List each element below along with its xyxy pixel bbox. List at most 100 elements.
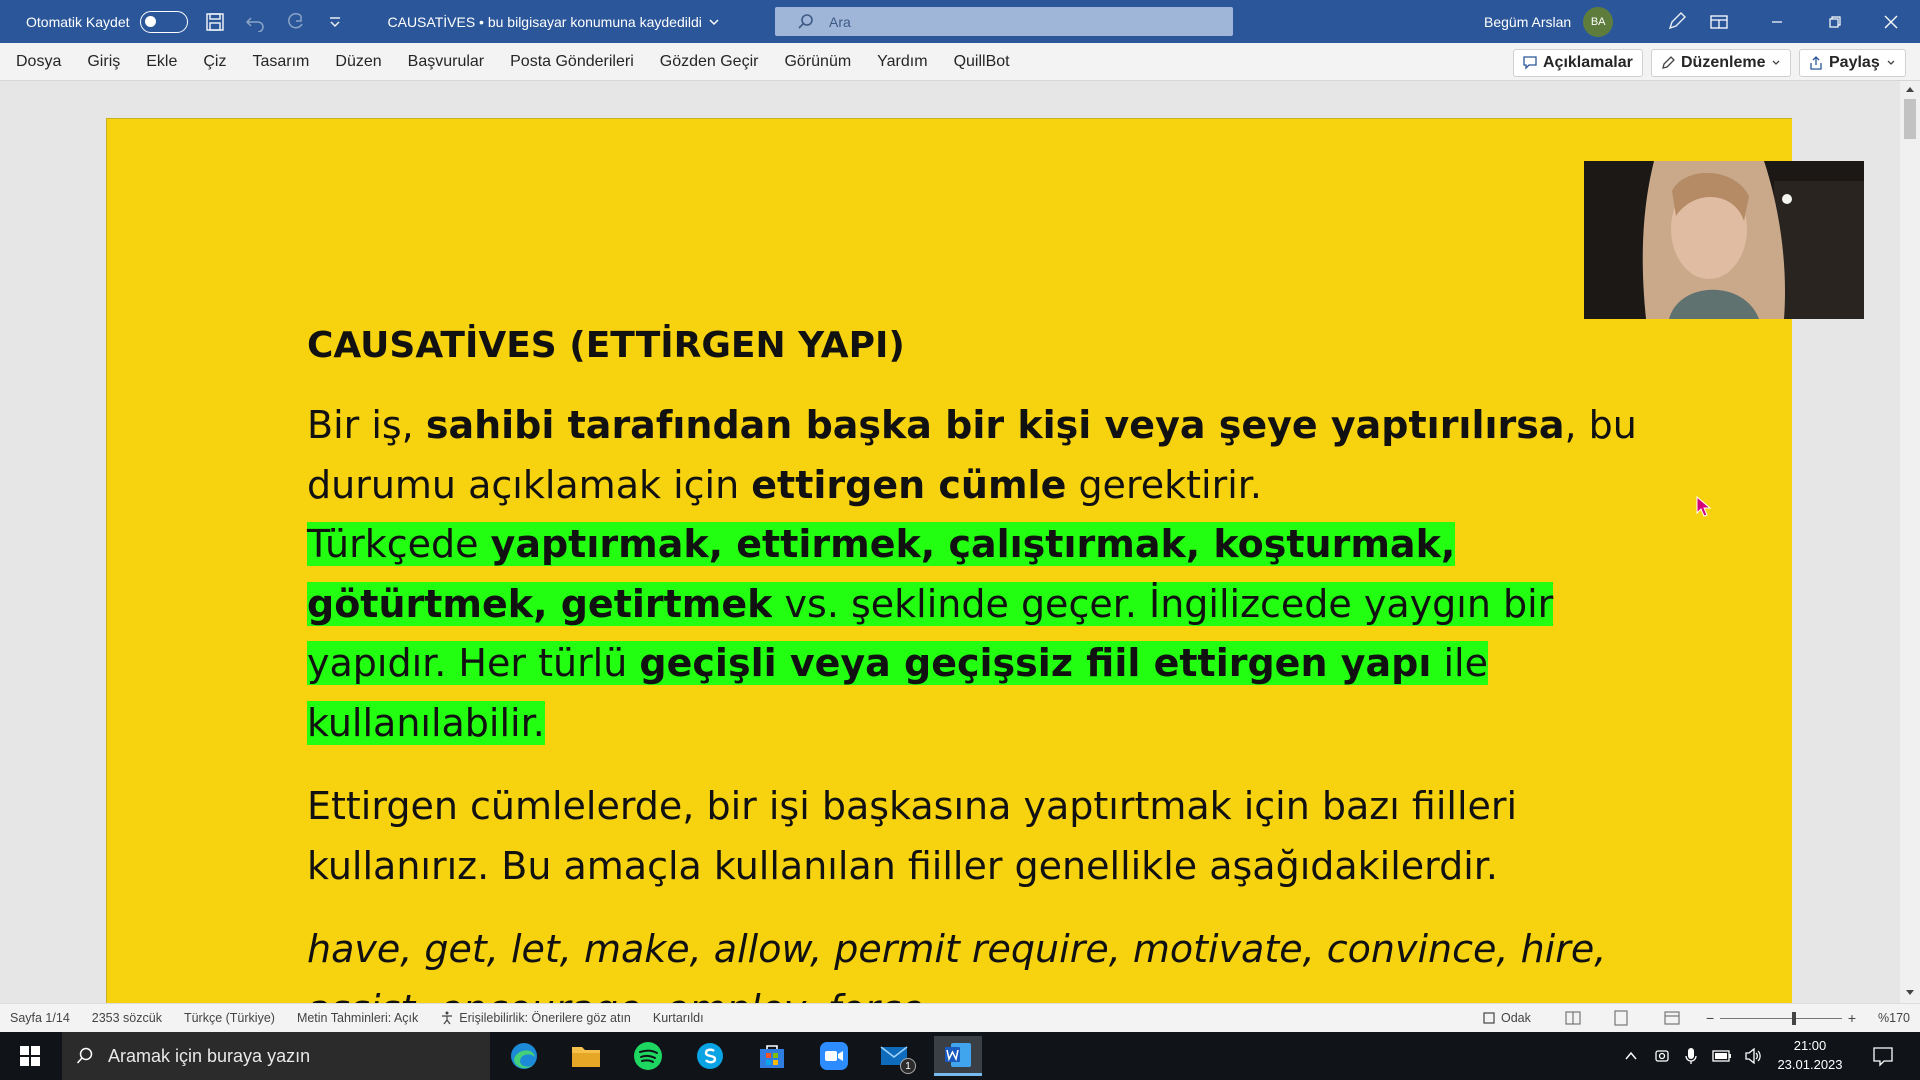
highlighted-bold-run: geçişli veya geçişsiz fiil ettirgen yapı <box>639 641 1432 685</box>
document-title[interactable]: CAUSATİVES • bu bilgisayar konumuna kayd… <box>388 14 720 30</box>
status-bar: Sayfa 1/14 2353 sözcük Türkçe (Türkiye) … <box>0 1003 1920 1032</box>
chevron-down-icon <box>709 18 719 25</box>
autosave-toggle[interactable] <box>139 10 188 33</box>
comment-icon <box>1523 56 1537 70</box>
tab-6[interactable]: Başvurular <box>395 53 497 71</box>
autosave-label: Otomatik Kaydet <box>26 13 130 30</box>
web-layout-icon[interactable] <box>1664 1011 1680 1025</box>
minimize-icon[interactable] <box>1748 0 1806 43</box>
mouse-cursor <box>1696 495 1712 523</box>
mail-icon[interactable]: 1 <box>872 1036 920 1076</box>
focus-mode-button[interactable]: Odak <box>1482 1011 1531 1025</box>
zoom-out-icon[interactable]: − <box>1706 1010 1714 1026</box>
pencil-icon <box>1662 56 1675 69</box>
zoom-in-icon[interactable]: + <box>1848 1010 1856 1026</box>
windows-taskbar: Aramak için buraya yazın 1 21:00 23.01.2… <box>0 1032 1920 1080</box>
zoom-slider-thumb[interactable] <box>1792 1011 1797 1025</box>
tab-9[interactable]: Görünüm <box>771 53 864 71</box>
tab-8[interactable]: Gözden Geçir <box>647 53 772 71</box>
tab-11[interactable]: QuillBot <box>941 53 1023 71</box>
microsoft-store-icon[interactable] <box>748 1036 796 1076</box>
paragraph-2: Ettirgen cümlelerde, bir işi başkasına y… <box>307 784 1518 888</box>
taskbar-clock[interactable]: 21:00 23.01.2023 <box>1760 1036 1860 1074</box>
tab-10[interactable]: Yardım <box>864 53 940 71</box>
spotify-icon[interactable] <box>624 1036 672 1076</box>
text-run: gerektirir. <box>1066 462 1262 507</box>
print-layout-icon[interactable] <box>1614 1010 1628 1026</box>
microphone-icon[interactable] <box>1684 1047 1698 1065</box>
editing-mode-button[interactable]: Düzenleme <box>1651 49 1792 77</box>
highlighted-run: Türkçede <box>307 522 491 566</box>
tab-5[interactable]: Düzen <box>322 53 394 71</box>
autosave-control[interactable]: Otomatik Kaydet <box>26 10 188 33</box>
document-canvas[interactable]: CAUSATİVES (ETTİRGEN YAPI) Bir iş, sahib… <box>0 81 1900 1003</box>
search-icon <box>76 1047 93 1064</box>
clock-date: 23.01.2023 <box>1777 1057 1843 1072</box>
ribbon-tabs: Dosya Giriş Ekle Çiz Tasarım Düzen Başvurular P… <box>0 43 1920 81</box>
undo-icon[interactable] <box>242 9 268 35</box>
tab-1[interactable]: Giriş <box>74 53 133 71</box>
notifications-icon[interactable] <box>1872 1045 1894 1067</box>
search-icon <box>798 13 813 29</box>
chevron-up-icon[interactable] <box>1624 1049 1638 1063</box>
scroll-up-icon[interactable] <box>1905 85 1915 93</box>
share-icon <box>1810 56 1822 70</box>
camera-icon[interactable] <box>1654 1048 1670 1064</box>
word-app-icon[interactable] <box>934 1036 982 1076</box>
accessibility-label: Erişilebilirlik: Önerilere göz atın <box>459 1011 631 1025</box>
recovered-status: Kurtarıldı <box>652 1011 704 1025</box>
focus-icon <box>1483 1012 1495 1024</box>
tab-4[interactable]: Tasarım <box>239 53 322 71</box>
share-label: Paylaş <box>1829 54 1880 71</box>
restore-icon[interactable] <box>1806 0 1864 43</box>
read-mode-icon[interactable] <box>1565 1011 1581 1025</box>
share-button[interactable]: Paylaş <box>1799 49 1906 77</box>
document-page[interactable]: CAUSATİVES (ETTİRGEN YAPI) Bir iş, sahib… <box>106 118 1792 1003</box>
word-count[interactable]: 2353 sözcük <box>92 1011 162 1025</box>
page-count[interactable]: Sayfa 1/14 <box>10 1011 70 1025</box>
windows-start-icon[interactable] <box>6 1036 54 1076</box>
bold-run: ettirgen cümle <box>751 462 1067 507</box>
clock-time: 21:00 <box>1793 1038 1827 1053</box>
ribbon-display-icon[interactable] <box>1690 0 1748 43</box>
zoom-level[interactable]: %170 <box>1878 1011 1910 1025</box>
language-status[interactable]: Türkçe (Türkiye) <box>184 1011 275 1025</box>
close-icon[interactable] <box>1862 0 1920 43</box>
comments-button[interactable]: Açıklamalar <box>1513 49 1643 77</box>
pen-icon[interactable] <box>1664 8 1690 34</box>
scrollbar-thumb[interactable] <box>1904 99 1916 139</box>
document-body[interactable]: CAUSATİVES (ETTİRGEN YAPI) Bir iş, sahib… <box>307 324 1667 1003</box>
mail-badge: 1 <box>900 1058 916 1074</box>
paragraph-1: Bir iş, sahibi tarafından başka bir kişi… <box>307 396 1667 753</box>
text-run: Bir iş, <box>307 403 426 447</box>
user-account[interactable]: Begüm Arslan BA <box>1484 0 1614 43</box>
vertical-scrollbar[interactable] <box>1900 81 1920 1003</box>
battery-icon[interactable] <box>1712 1049 1732 1063</box>
file-explorer-icon[interactable] <box>562 1036 610 1076</box>
document-title-text: CAUSATİVES • bu bilgisayar konumuna kayd… <box>387 13 702 30</box>
tab-7[interactable]: Posta Gönderileri <box>497 53 647 71</box>
edge-icon[interactable] <box>500 1036 548 1076</box>
zoom-slider-track[interactable] <box>1720 1011 1842 1025</box>
comments-label: Açıklamalar <box>1543 54 1633 71</box>
customize-toolbar-icon[interactable] <box>322 9 348 35</box>
accessibility-status[interactable]: Erişilebilirlik: Önerilere göz atın <box>440 1011 631 1025</box>
accessibility-icon <box>442 1011 453 1025</box>
document-heading: CAUSATİVES (ETTİRGEN YAPI) <box>307 325 905 366</box>
search-box[interactable]: Ara <box>775 7 1233 36</box>
tab-0[interactable]: Dosya <box>16 53 74 71</box>
save-icon[interactable] <box>202 9 228 35</box>
taskbar-search[interactable]: Aramak için buraya yazın <box>62 1032 490 1080</box>
tab-2[interactable]: Ekle <box>133 53 190 71</box>
text-predictions-status[interactable]: Metin Tahminleri: Açık <box>297 1011 418 1025</box>
chevron-down-icon <box>1887 60 1895 65</box>
paragraph-3: have, get, let, make, allow, permit requ… <box>307 927 1607 1003</box>
zoom-app-icon[interactable] <box>810 1036 858 1076</box>
scroll-down-icon[interactable] <box>1905 989 1915 997</box>
redo-icon[interactable] <box>282 9 308 35</box>
tab-3[interactable]: Çiz <box>190 53 239 71</box>
avatar[interactable]: BA <box>1583 6 1614 37</box>
zoom-slider[interactable]: − + <box>1706 1010 1856 1026</box>
skype-icon[interactable] <box>686 1036 734 1076</box>
focus-label: Odak <box>1501 1011 1531 1025</box>
